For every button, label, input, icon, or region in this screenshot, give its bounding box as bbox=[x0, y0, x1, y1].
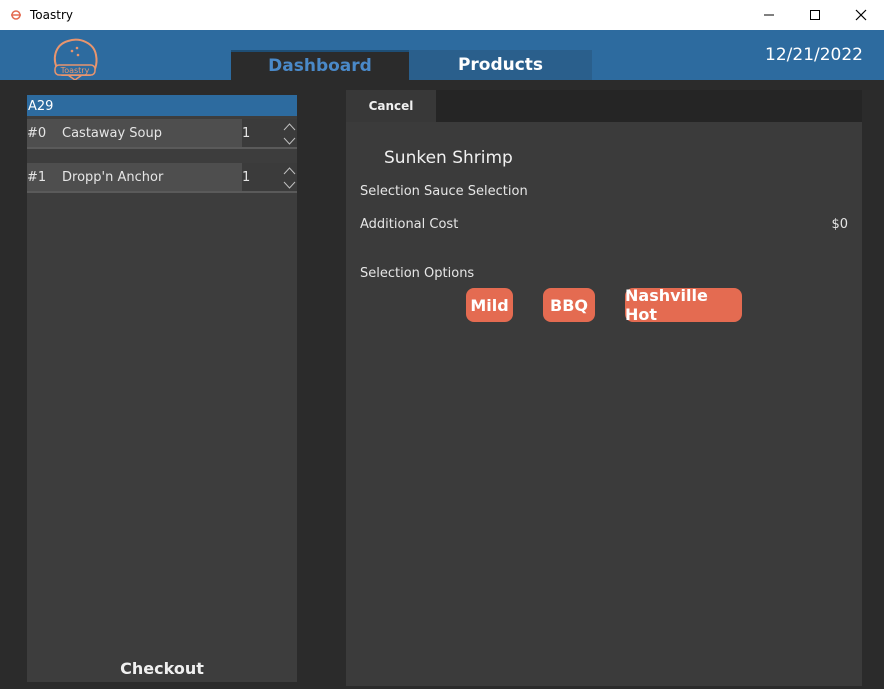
product-name: Sunken Shrimp bbox=[384, 148, 513, 168]
order-panel: A29 #0 Castaway Soup 1 #1 Dropp'n Anchor… bbox=[27, 95, 297, 682]
tab-products[interactable]: Products bbox=[409, 50, 592, 80]
minimize-button[interactable] bbox=[746, 0, 792, 30]
row-underline bbox=[27, 191, 297, 193]
order-item-row[interactable]: #0 Castaway Soup 1 bbox=[27, 119, 297, 149]
order-item-row[interactable]: #1 Dropp'n Anchor 1 bbox=[27, 163, 297, 193]
current-date: 12/21/2022 bbox=[765, 45, 863, 65]
row-underline bbox=[27, 147, 297, 149]
chevron-up-icon[interactable] bbox=[282, 164, 297, 178]
order-item-name: Castaway Soup bbox=[62, 126, 163, 141]
option-nashville-hot-button[interactable]: Nashville Hot bbox=[625, 286, 742, 324]
app-header: Toastry Dashboard Products 12/21/2022 bbox=[0, 30, 884, 80]
window-titlebar: Toastry bbox=[0, 0, 884, 30]
close-icon bbox=[855, 9, 867, 21]
toastry-app-icon bbox=[11, 10, 21, 20]
order-item-index: #1 bbox=[27, 170, 47, 185]
close-button[interactable] bbox=[838, 0, 884, 30]
maximize-icon bbox=[810, 10, 820, 20]
option-bbq-button[interactable]: BBQ bbox=[543, 288, 595, 322]
product-detail-panel: Sunken Shrimp Selection Sauce Selection … bbox=[346, 122, 862, 686]
order-item-name: Dropp'n Anchor bbox=[62, 170, 164, 185]
toastry-logo: Toastry bbox=[53, 38, 98, 80]
chevron-down-icon[interactable] bbox=[282, 178, 297, 192]
order-id: A29 bbox=[27, 95, 297, 116]
quantity-stepper[interactable] bbox=[282, 119, 297, 149]
option-mild-button[interactable]: Mild bbox=[466, 288, 513, 322]
quantity-stepper[interactable] bbox=[282, 163, 297, 193]
tab-dashboard[interactable]: Dashboard bbox=[231, 50, 409, 80]
quantity-input[interactable]: 1 bbox=[242, 163, 282, 193]
additional-cost-label: Additional Cost bbox=[360, 217, 459, 232]
selection-label: Selection Sauce Selection bbox=[360, 184, 528, 199]
selection-options-label: Selection Options bbox=[360, 266, 475, 281]
minimize-icon bbox=[764, 14, 774, 16]
additional-cost-value: $0 bbox=[831, 217, 848, 232]
chevron-up-icon[interactable] bbox=[282, 120, 297, 134]
cancel-button[interactable]: Cancel bbox=[346, 90, 436, 122]
maximize-button[interactable] bbox=[792, 0, 838, 30]
window-title: Toastry bbox=[30, 8, 73, 22]
order-item-index: #0 bbox=[27, 126, 47, 141]
quantity-input[interactable]: 1 bbox=[242, 119, 282, 149]
chevron-down-icon[interactable] bbox=[282, 134, 297, 148]
checkout-button[interactable]: Checkout bbox=[27, 659, 297, 678]
logo-text: Toastry bbox=[60, 66, 90, 75]
